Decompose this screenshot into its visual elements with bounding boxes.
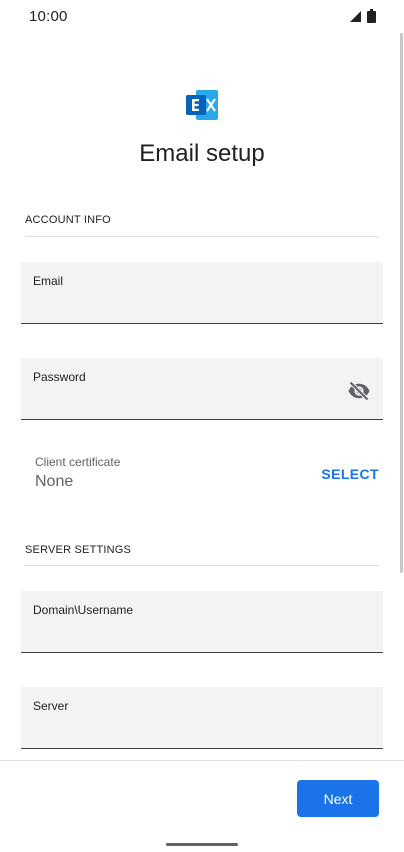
account-info-section-header: ACCOUNT INFO xyxy=(25,214,111,226)
status-icons xyxy=(349,9,376,23)
signal-icon xyxy=(350,10,361,22)
exchange-logo-icon xyxy=(186,90,218,120)
section-divider xyxy=(25,565,379,566)
email-field[interactable]: Email xyxy=(21,262,383,324)
domain-username-field-label: Domain\Username xyxy=(33,603,134,617)
client-certificate-value: None xyxy=(35,473,74,490)
select-certificate-button[interactable]: SELECT xyxy=(321,466,379,482)
email-setup-screen: 10:00 Email setup ACCOUNT INFO Email Pas… xyxy=(0,0,404,852)
next-button[interactable]: Next xyxy=(297,780,379,817)
visibility-off-icon[interactable] xyxy=(347,379,371,403)
server-field[interactable]: Server xyxy=(21,687,383,749)
domain-username-field[interactable]: Domain\Username xyxy=(21,591,383,653)
password-field-label: Password xyxy=(33,370,86,384)
email-input[interactable] xyxy=(21,288,383,322)
status-bar: 10:00 xyxy=(0,0,404,32)
page-title: Email setup xyxy=(139,140,265,167)
client-certificate-label: Client certificate xyxy=(35,455,121,469)
email-field-label: Email xyxy=(33,274,64,288)
domain-username-input[interactable] xyxy=(21,617,383,651)
home-indicator[interactable] xyxy=(166,843,238,846)
password-field[interactable]: Password xyxy=(21,358,383,420)
status-time: 10:00 xyxy=(29,8,68,25)
server-field-label: Server xyxy=(33,699,69,713)
password-input[interactable] xyxy=(21,384,383,418)
battery-icon xyxy=(367,9,376,23)
section-divider xyxy=(25,236,379,237)
server-settings-section-header: SERVER SETTINGS xyxy=(25,544,132,556)
server-input[interactable] xyxy=(21,713,383,747)
scrollbar[interactable] xyxy=(400,33,403,573)
